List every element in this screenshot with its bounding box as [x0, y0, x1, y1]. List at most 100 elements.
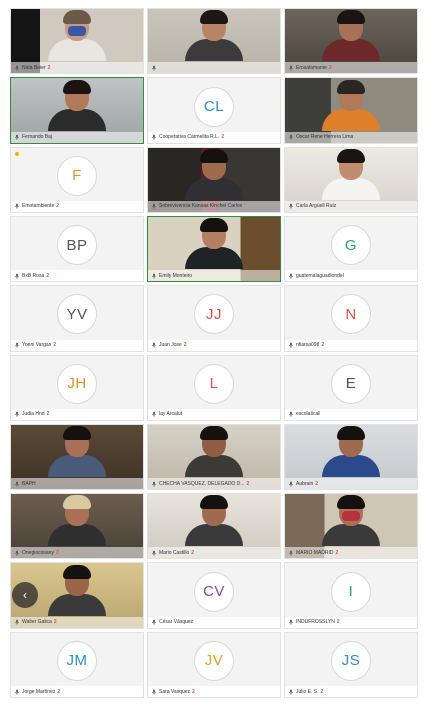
participant-label-bar: Aubrain 2 [285, 478, 417, 490]
participant-label-bar: César Vásquez [148, 616, 280, 628]
participant-tile[interactable] [147, 8, 281, 75]
participant-label-bar: Nata Beier 2 [11, 62, 143, 74]
participant-figure [185, 426, 243, 478]
participant-badge: 2 [47, 64, 51, 71]
participant-avatar: CL [194, 86, 234, 127]
participant-figure [322, 426, 380, 478]
participant-tile[interactable]: Mario Castillo 2 [147, 493, 281, 560]
participant-name: Juan Jose [159, 342, 182, 348]
participant-avatar: JH [57, 363, 97, 404]
participant-name: Onegiocosany [22, 549, 54, 556]
participant-tile[interactable]: JM Jorge Martínez 2 [10, 631, 144, 698]
participant-label-bar: Emily Monteiro [148, 270, 280, 282]
participant-badge: 2 [46, 411, 50, 418]
participant-avatar: JJ [194, 294, 234, 335]
participant-tile[interactable]: I INDUFROSSLYN 2 [284, 562, 418, 629]
microphone-icon [288, 550, 294, 556]
participant-name: CHECHA VASQUEZ, DELEGADO D... [159, 480, 245, 487]
participant-tile[interactable]: CHECHA VASQUEZ, DELEGADO D... 2 [147, 423, 281, 491]
participant-badge: 2 [56, 203, 60, 210]
participant-badge: 2 [336, 619, 340, 626]
participant-tile[interactable]: Carla Argüell Ruíz [284, 146, 418, 213]
participant-name: Emotambiente [22, 203, 55, 210]
participant-label-bar: Jorge Martínez 2 [11, 686, 143, 697]
participant-tile[interactable]: Oscar Rene Herrera Lima [284, 77, 418, 144]
participant-avatar: BP [57, 225, 97, 266]
participant-label-bar: BAPH [11, 478, 143, 490]
participant-avatar: YV [57, 294, 97, 335]
participant-label-bar: MARIO MADRID 2 [285, 547, 417, 559]
participant-tile[interactable]: BP BxB Rosa 2 [10, 215, 144, 283]
participant-tile[interactable]: JH Judia Hnd 2 [10, 354, 144, 421]
participant-tile[interactable]: Llay Arcalut [147, 354, 281, 421]
participant-label-bar: Juan Jose 2 [148, 339, 280, 351]
participant-name: Emily Monteiro [159, 272, 193, 279]
participant-figure [48, 495, 106, 547]
participant-label-bar: BxB Rosa 2 [11, 270, 143, 282]
participant-avatar: JS [331, 640, 371, 681]
participant-badge: 2 [57, 688, 61, 695]
participant-figure [185, 10, 243, 62]
participant-tile[interactable]: JJ Juan Jose 2 [147, 285, 281, 352]
microphone-icon [14, 550, 20, 556]
participant-name: escolaticall [296, 411, 321, 418]
participant-label-bar: INDUFROSSLYN 2 [285, 616, 417, 628]
participant-tile[interactable]: CL Cooperativa Carmelita R.L. 2 [147, 77, 281, 144]
participant-figure [48, 10, 106, 62]
microphone-icon [288, 481, 294, 487]
participant-tile[interactable]: Emily Monteiro [147, 215, 281, 283]
participant-tile[interactable]: Fernando Baj [10, 77, 144, 144]
participant-tile[interactable]: Onegiocosany 2 [10, 493, 144, 560]
hand-raised-indicator [15, 151, 19, 156]
microphone-icon [14, 481, 20, 487]
participant-badge: 2 [321, 342, 325, 348]
participant-figure [48, 564, 106, 616]
prev-page-button[interactable]: ‹ [12, 582, 38, 608]
participant-name: Erosalamante [296, 64, 327, 71]
participant-name: Nata Beier [22, 64, 46, 71]
participant-name: MARIO MADRID [296, 549, 334, 556]
participant-badge: 2 [192, 688, 195, 695]
participant-label-bar: Sobrevivencia Kansas Kinchel Carlos [148, 200, 280, 212]
chevron-left-icon: ‹ [23, 588, 27, 602]
participant-name: nfiarsa098 [296, 342, 320, 348]
participant-tile[interactable]: Eescolaticall [284, 354, 418, 421]
participant-label-bar: Cooperativa Carmelita R.L. 2 [148, 131, 280, 143]
participant-tile[interactable]: F Emotambiente 2 [10, 146, 144, 213]
participant-tile[interactable]: CV César Vásquez [147, 562, 281, 629]
participant-label-bar: escolaticall [285, 408, 417, 420]
participant-tile[interactable]: Nnfiarsa098 2 [284, 285, 418, 352]
participant-avatar: JV [194, 640, 234, 681]
microphone-icon [14, 273, 20, 279]
participant-badge: 2 [55, 549, 59, 556]
participant-figure [48, 426, 106, 478]
participant-name: INDUFROSSLYN [296, 619, 335, 626]
participant-tile[interactable]: Nata Beier 2 [10, 8, 144, 75]
participant-tile[interactable]: Aubrain 2 [284, 423, 418, 491]
participant-avatar: E [331, 363, 371, 404]
participant-tile[interactable]: Gguatemalaguadiondel [284, 215, 418, 283]
participant-avatar: L [194, 363, 234, 404]
participant-figure [322, 79, 380, 131]
participant-name: César Vásquez [159, 619, 194, 626]
participant-tile[interactable]: JS Julio E. S. 2 [284, 631, 418, 698]
participant-avatar: CV [194, 571, 234, 612]
participant-badge: 2 [183, 342, 187, 348]
participant-badge: 2 [335, 549, 339, 556]
microphone-icon [14, 134, 20, 140]
participant-tile[interactable]: MARIO MADRID 2 [284, 493, 418, 560]
participant-figure [322, 10, 380, 62]
participant-tile[interactable]: YV Yoeni Vargas 2 [10, 285, 144, 352]
participant-tile[interactable]: BAPH [10, 423, 144, 491]
participant-tile[interactable]: Sobrevivencia Kansas Kinchel Carlos [147, 146, 281, 213]
participant-avatar: I [331, 571, 371, 612]
participant-tile[interactable]: JV Sara Vasquez 2 [147, 631, 281, 698]
participant-name: BxB Rosa [22, 272, 45, 279]
participant-figure [48, 79, 106, 131]
participant-name: Judia Hnd [22, 411, 45, 418]
microphone-icon [151, 273, 157, 279]
participant-label-bar: Yoeni Vargas 2 [11, 339, 143, 351]
participant-tile[interactable]: Erosalamante 2 [284, 8, 418, 75]
participant-badge: 2 [46, 272, 50, 279]
participant-label-bar: Oscar Rene Herrera Lima [285, 131, 417, 143]
